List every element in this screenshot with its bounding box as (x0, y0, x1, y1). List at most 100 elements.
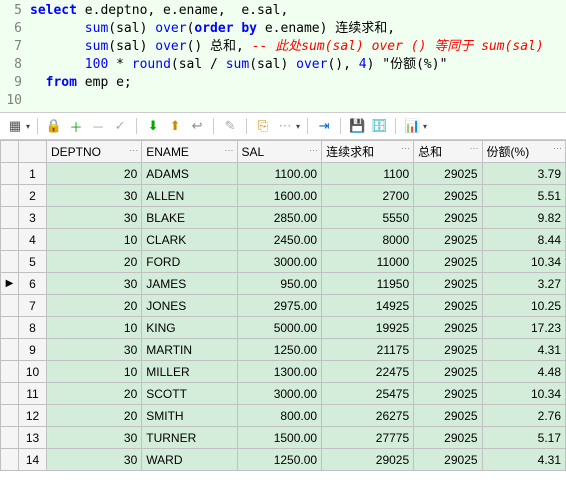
table-row[interactable]: 120ADAMS1100.001100290253.79 (1, 163, 566, 185)
db-icon[interactable]: 🗄 (370, 117, 388, 135)
column-header[interactable]: ENAME⋯ (142, 141, 237, 163)
cell[interactable]: 5000.00 (237, 317, 322, 339)
cell[interactable]: 10 (47, 317, 142, 339)
cell[interactable]: TURNER (142, 427, 237, 449)
cell[interactable]: 29025 (414, 317, 482, 339)
cell[interactable]: 29025 (414, 427, 482, 449)
column-header[interactable]: 连续求和⋯ (322, 141, 414, 163)
row-number[interactable]: 2 (19, 185, 47, 207)
cell[interactable]: 30 (47, 185, 142, 207)
cell[interactable]: 25475 (322, 383, 414, 405)
cell[interactable]: 17.23 (482, 317, 565, 339)
cell[interactable]: BLAKE (142, 207, 237, 229)
cell[interactable]: 29025 (414, 273, 482, 295)
cell[interactable]: 29025 (414, 405, 482, 427)
cell[interactable]: 10.34 (482, 251, 565, 273)
cell[interactable]: 11000 (322, 251, 414, 273)
row-number[interactable]: 14 (19, 449, 47, 471)
check-icon[interactable]: ✓ (111, 117, 129, 135)
cell[interactable]: 27775 (322, 427, 414, 449)
cell[interactable]: 26275 (322, 405, 414, 427)
minus-icon[interactable]: － (89, 117, 107, 135)
cell[interactable]: 29025 (414, 207, 482, 229)
cell[interactable]: FORD (142, 251, 237, 273)
code-text[interactable]: select e.deptno, e.ename, e.sal, (30, 2, 288, 20)
cell[interactable]: 2975.00 (237, 295, 322, 317)
row-number[interactable]: 6 (19, 273, 47, 295)
cell[interactable]: 5.51 (482, 185, 565, 207)
row-number[interactable]: 13 (19, 427, 47, 449)
cell[interactable]: JAMES (142, 273, 237, 295)
cell[interactable]: 20 (47, 251, 142, 273)
column-header[interactable]: SAL⋯ (237, 141, 322, 163)
cell[interactable]: MARTIN (142, 339, 237, 361)
cell[interactable]: 1100 (322, 163, 414, 185)
down-green-icon[interactable]: ⬇ (144, 117, 162, 135)
cell[interactable]: 3.27 (482, 273, 565, 295)
dots-icon[interactable]: ⋯ (276, 117, 294, 135)
table-row[interactable]: 1010MILLER1300.0022475290254.48 (1, 361, 566, 383)
cell[interactable]: 29025 (414, 383, 482, 405)
row-number[interactable]: 1 (19, 163, 47, 185)
table-row[interactable]: 1330TURNER1500.0027775290255.17 (1, 427, 566, 449)
chart-icon[interactable]: 📊 (403, 117, 421, 135)
row-number[interactable]: 3 (19, 207, 47, 229)
cell[interactable]: 20 (47, 295, 142, 317)
edit-icon[interactable]: ✎ (221, 117, 239, 135)
cell[interactable]: 2450.00 (237, 229, 322, 251)
row-number[interactable]: 12 (19, 405, 47, 427)
cell[interactable]: 30 (47, 207, 142, 229)
cell[interactable]: WARD (142, 449, 237, 471)
table-row[interactable]: 330BLAKE2850.005550290259.82 (1, 207, 566, 229)
cell[interactable]: JONES (142, 295, 237, 317)
grid-icon[interactable]: ▦ (6, 117, 24, 135)
cell[interactable]: 1100.00 (237, 163, 322, 185)
cell[interactable]: MILLER (142, 361, 237, 383)
cell[interactable]: 29025 (414, 251, 482, 273)
cell[interactable]: 29025 (414, 339, 482, 361)
cell[interactable]: ADAMS (142, 163, 237, 185)
cell[interactable]: 10 (47, 361, 142, 383)
code-text[interactable]: 100 * round(sal / sum(sal) over(), 4) "份… (30, 56, 447, 74)
cell[interactable]: 21175 (322, 339, 414, 361)
cell[interactable]: 29025 (414, 361, 482, 383)
row-number[interactable]: 8 (19, 317, 47, 339)
cell[interactable]: 30 (47, 339, 142, 361)
code-text[interactable]: sum(sal) over(order by e.ename) 连续求和, (30, 20, 395, 38)
row-number[interactable]: 10 (19, 361, 47, 383)
cell[interactable]: 29025 (414, 449, 482, 471)
cell[interactable]: 11950 (322, 273, 414, 295)
row-number[interactable]: 5 (19, 251, 47, 273)
cell[interactable]: 10.34 (482, 383, 565, 405)
cell[interactable]: 950.00 (237, 273, 322, 295)
table-row[interactable]: 1120SCOTT3000.00254752902510.34 (1, 383, 566, 405)
cell[interactable]: CLARK (142, 229, 237, 251)
cell[interactable]: 3000.00 (237, 383, 322, 405)
table-row[interactable]: 410CLARK2450.008000290258.44 (1, 229, 566, 251)
cell[interactable]: 3.79 (482, 163, 565, 185)
cell[interactable]: 1500.00 (237, 427, 322, 449)
column-header[interactable]: 份额(%)⋯ (482, 141, 565, 163)
cell[interactable]: 8000 (322, 229, 414, 251)
code-text[interactable]: from emp e; (30, 74, 132, 92)
cell[interactable]: 8.44 (482, 229, 565, 251)
cell[interactable]: 1600.00 (237, 185, 322, 207)
row-number[interactable]: 7 (19, 295, 47, 317)
cell[interactable]: 1250.00 (237, 339, 322, 361)
cell[interactable]: 10.25 (482, 295, 565, 317)
cell[interactable]: 4.31 (482, 339, 565, 361)
link-icon[interactable]: ⇥ (315, 117, 333, 135)
table-row[interactable]: 230ALLEN1600.002700290255.51 (1, 185, 566, 207)
column-header[interactable]: 总和⋯ (414, 141, 482, 163)
row-number[interactable]: 4 (19, 229, 47, 251)
cell[interactable]: 14925 (322, 295, 414, 317)
column-header[interactable]: DEPTNO⋯ (47, 141, 142, 163)
cell[interactable]: 3000.00 (237, 251, 322, 273)
lock-icon[interactable]: 🔒 (45, 117, 63, 135)
table-row[interactable]: 520FORD3000.00110002902510.34 (1, 251, 566, 273)
cell[interactable]: 4.48 (482, 361, 565, 383)
cell[interactable]: 29025 (414, 163, 482, 185)
row-number[interactable]: 9 (19, 339, 47, 361)
sql-editor[interactable]: 5select e.deptno, e.ename, e.sal,6 sum(s… (0, 0, 566, 113)
cell[interactable]: 29025 (322, 449, 414, 471)
